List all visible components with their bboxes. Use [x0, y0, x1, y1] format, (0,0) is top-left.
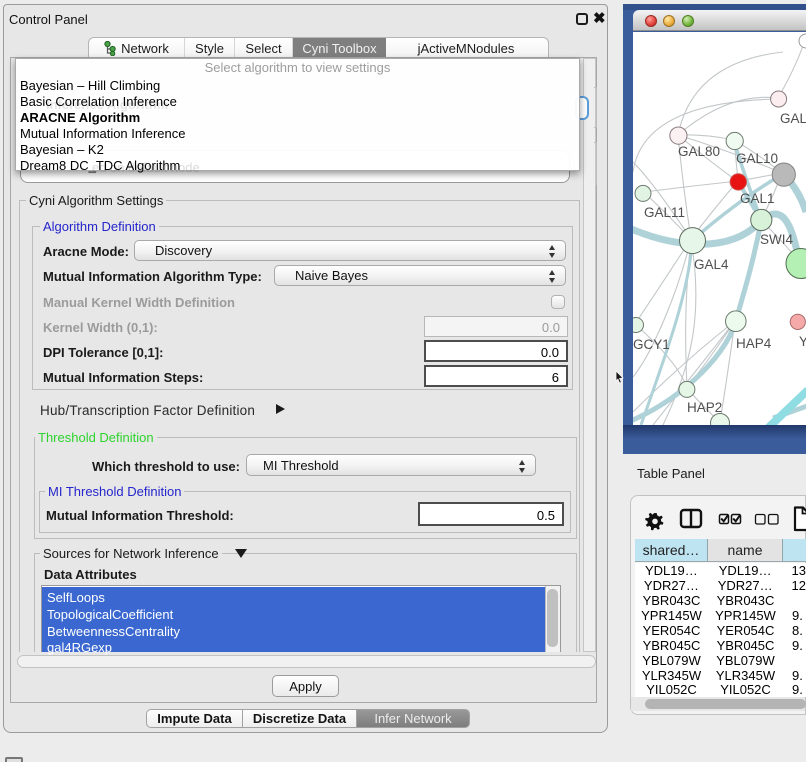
svg-text:HAP2: HAP2 — [687, 400, 722, 415]
svg-text:GAL7: GAL7 — [780, 111, 806, 126]
svg-text:GAL1: GAL1 — [740, 191, 775, 206]
svg-text:GAL80: GAL80 — [678, 144, 720, 159]
svg-text:GAL11: GAL11 — [644, 205, 685, 220]
svg-text:HAP4: HAP4 — [736, 336, 772, 351]
svg-text:GCY1: GCY1 — [633, 337, 670, 352]
svg-text:SWI4: SWI4 — [760, 232, 793, 247]
svg-text:Y: Y — [799, 334, 806, 349]
svg-text:GAL4: GAL4 — [694, 257, 729, 272]
svg-text:GAL10: GAL10 — [736, 151, 778, 166]
